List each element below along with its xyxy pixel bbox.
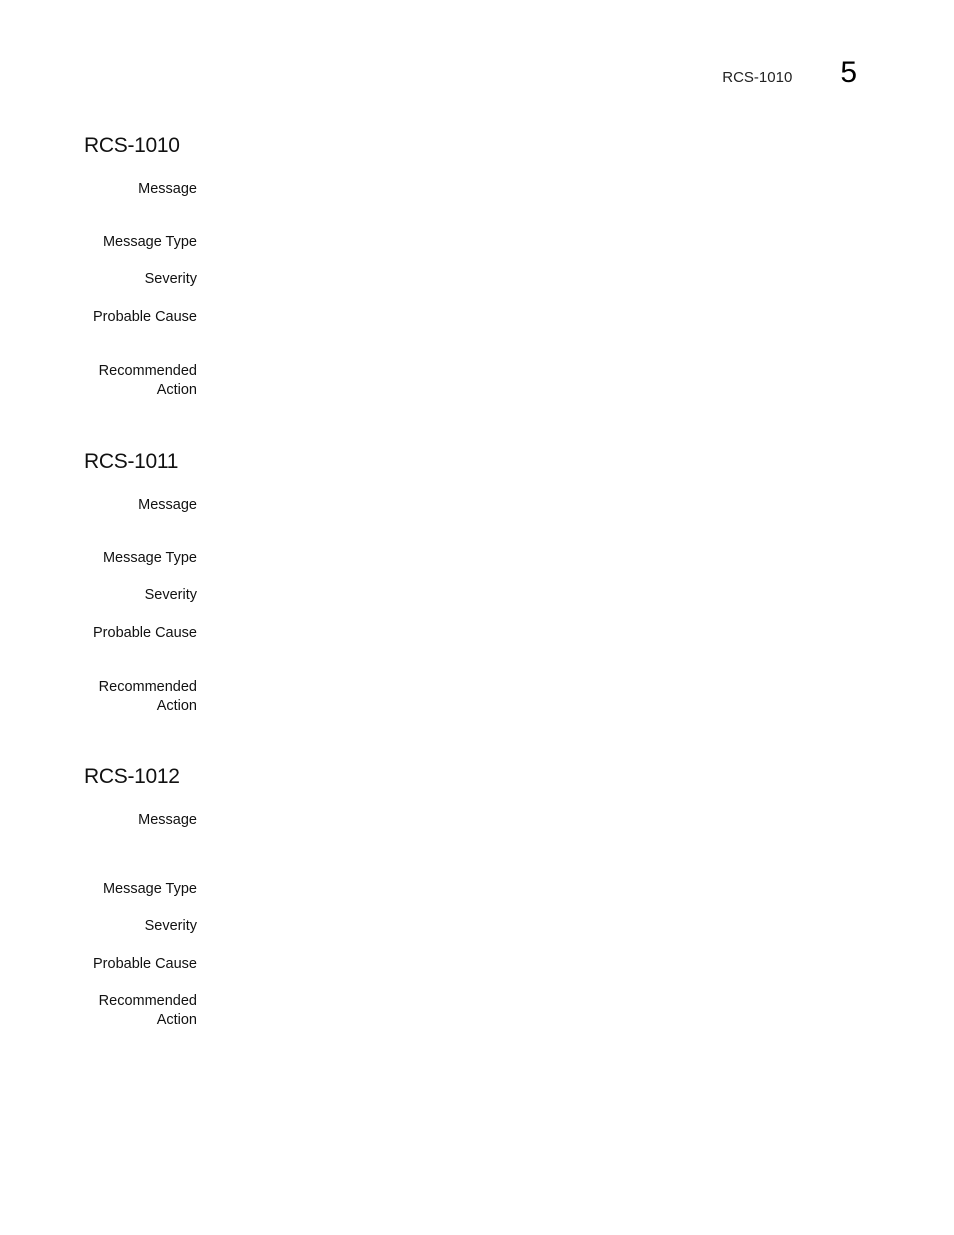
field-label: Severity — [144, 587, 197, 603]
field-value — [221, 811, 841, 830]
field-value — [221, 308, 841, 327]
entry-title: RCS-1011 — [84, 450, 179, 473]
field-row-message: Message — [84, 496, 841, 515]
field-row-recommended-action: Recommended Action — [84, 362, 841, 400]
field-row-recommended-action: Recommended Action — [84, 678, 841, 716]
field-value — [221, 233, 841, 252]
field-label: Recommended Action — [98, 993, 197, 1028]
field-value — [221, 586, 841, 605]
field-value — [221, 362, 841, 400]
field-label: Severity — [144, 918, 197, 934]
entry-title: RCS-1010 — [84, 134, 180, 157]
entry-title: RCS-1012 — [84, 765, 180, 788]
field-row-severity: Severity — [84, 270, 841, 289]
field-row-severity: Severity — [84, 586, 841, 605]
field-row-severity: Severity — [84, 917, 841, 936]
field-label: Probable Cause — [93, 309, 197, 325]
field-label: Recommended Action — [98, 363, 197, 398]
field-value — [221, 678, 841, 716]
field-row-probable-cause: Probable Cause — [84, 308, 841, 327]
field-value — [221, 992, 841, 1030]
field-value — [221, 496, 841, 515]
field-label: Probable Cause — [93, 956, 197, 972]
field-row-message-type: Message Type — [84, 233, 841, 252]
field-row-message-type: Message Type — [84, 549, 841, 568]
field-value — [221, 880, 841, 899]
chapter-number: 5 — [840, 56, 857, 89]
field-row-message-type: Message Type — [84, 880, 841, 899]
running-header: RCS-1010 5 — [722, 56, 857, 90]
field-row-message: Message — [84, 811, 841, 830]
field-value — [221, 270, 841, 289]
field-row-probable-cause: Probable Cause — [84, 624, 841, 643]
field-value — [221, 624, 841, 643]
message-entry: RCS-1012 Message Message Type Severity P… — [84, 765, 864, 1028]
field-value — [221, 955, 841, 974]
field-label: Message — [138, 181, 197, 197]
field-label: Message Type — [102, 550, 197, 566]
field-value — [221, 917, 841, 936]
field-label: Recommended Action — [98, 679, 197, 714]
field-label: Message — [138, 812, 197, 828]
field-label: Message Type — [102, 881, 197, 897]
field-row-probable-cause: Probable Cause — [84, 955, 841, 974]
field-value — [221, 180, 841, 199]
message-entry: RCS-1010 Message Message Type Severity P… — [84, 134, 864, 398]
message-entry: RCS-1011 Message Message Type Severity P… — [84, 450, 864, 714]
field-label: Severity — [144, 271, 197, 287]
field-row-message: Message — [84, 180, 841, 199]
field-label: Probable Cause — [93, 625, 197, 641]
field-label: Message — [138, 497, 197, 513]
field-value — [221, 549, 841, 568]
running-header-section-ref: RCS-1010 — [722, 69, 793, 86]
field-label: Message Type — [102, 234, 197, 250]
field-row-recommended-action: Recommended Action — [84, 992, 841, 1030]
